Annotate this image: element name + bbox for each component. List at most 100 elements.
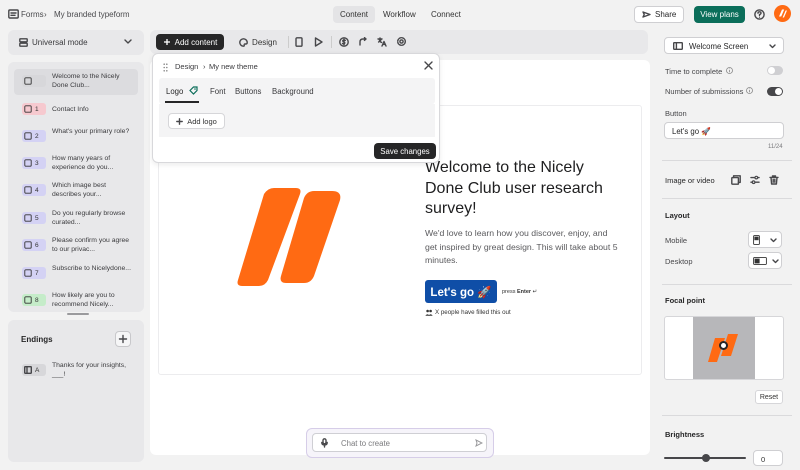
question-text: Contact Info [52, 106, 89, 113]
mobile-layout-select[interactable] [748, 231, 782, 248]
tab-logo[interactable]: Logo [166, 87, 183, 96]
tab-background[interactable]: Background [272, 87, 314, 96]
question-item[interactable]: 7 Subscribe to Nicelydone... [14, 261, 138, 287]
close-icon[interactable] [424, 61, 433, 70]
top-bar: Forms › My branded typeform Content Work… [0, 0, 800, 30]
trash-icon[interactable] [769, 175, 779, 185]
toolbar-divider [331, 36, 332, 48]
screen-type-select[interactable]: Welcome Screen [664, 37, 784, 54]
tab-content[interactable]: Content [333, 6, 376, 23]
time-to-complete-toggle[interactable] [767, 66, 783, 75]
question-badge: 8 [22, 294, 46, 306]
plus-icon [163, 39, 170, 45]
question-text: Which image best describes your... [52, 182, 107, 198]
translate-icon[interactable] [377, 37, 387, 47]
add-logo-button[interactable]: Add logo [168, 113, 225, 129]
question-item[interactable]: 6 Please confirm you agree to our privac.… [14, 233, 138, 259]
mode-label: Universal mode [32, 38, 88, 47]
breadcrumb-form-name[interactable]: My branded typeform [54, 10, 130, 19]
view-plans-button[interactable]: View plans [694, 6, 745, 23]
send-icon[interactable] [475, 439, 483, 447]
image-video-label: Image or video [665, 176, 715, 185]
desktop-layout-select[interactable] [748, 252, 782, 269]
ending-badge: A [22, 364, 46, 376]
brightness-slider-thumb[interactable] [702, 454, 710, 462]
ending-screen-icon [24, 366, 32, 374]
question-item[interactable]: 1 Contact Info [14, 97, 138, 123]
logo-tag-icon [189, 86, 198, 95]
tab-font[interactable]: Font [210, 87, 226, 96]
ending-text: Thanks for your insights, ___! [52, 362, 127, 378]
properties-panel [656, 30, 800, 470]
welcome-screen-item[interactable]: Welcome to the Nicely Done Club... [14, 69, 138, 95]
ending-item[interactable]: A Thanks for your insights, ___! [14, 358, 138, 384]
welcome-description: We'd love to learn how you discover, enj… [425, 228, 618, 265]
popup-breadcrumb-design[interactable]: Design [175, 62, 198, 71]
drag-handle-icon[interactable] [163, 63, 168, 72]
toolbar-divider [288, 36, 289, 48]
mobile-preview-icon[interactable] [295, 37, 303, 47]
adjust-settings-icon[interactable] [750, 175, 760, 185]
add-content-button[interactable]: Add content [156, 34, 224, 50]
brightness-value-input[interactable]: 0 [753, 450, 783, 466]
focal-image-thumbnail [693, 317, 755, 379]
button-text-value: Let's go 🚀 [672, 127, 711, 136]
chevron-down-icon [124, 39, 132, 44]
design-button[interactable]: Design [234, 34, 282, 50]
question-number: 7 [35, 269, 39, 277]
list-icon [24, 132, 32, 140]
scrollbar[interactable] [67, 313, 89, 315]
account-avatar[interactable] [774, 5, 791, 22]
divider [662, 415, 792, 416]
question-badge: 5 [22, 212, 46, 224]
microphone-icon[interactable] [321, 438, 328, 448]
endings-heading: Endings [21, 335, 53, 344]
share-icon [642, 11, 651, 18]
play-preview-icon[interactable] [314, 37, 323, 47]
plus-icon [176, 117, 184, 125]
focal-point-marker[interactable] [719, 341, 728, 350]
tab-workflow[interactable]: Workflow [376, 6, 423, 23]
add-ending-button[interactable] [115, 331, 131, 347]
tab-connect[interactable]: Connect [424, 6, 468, 23]
chevron-down-icon [770, 238, 777, 243]
question-badge: 6 [22, 239, 46, 251]
press-enter-hint: press Enter ↵ [502, 289, 537, 295]
mode-selector[interactable]: Universal mode [8, 30, 144, 55]
screen-type-value: Welcome Screen [689, 42, 749, 51]
replace-image-icon[interactable] [731, 175, 741, 185]
question-item[interactable]: 2 What's your primary role? [14, 124, 138, 150]
mobile-layout-label: Mobile [665, 236, 688, 245]
submissions-toggle[interactable] [767, 87, 783, 96]
tab-buttons[interactable]: Buttons [235, 87, 261, 96]
question-item[interactable]: 5 Do you regularly browse curated... [14, 206, 138, 232]
currency-icon[interactable] [339, 37, 349, 47]
char-counter: 11/24 [768, 144, 783, 150]
breadcrumb-separator: › [44, 10, 47, 19]
time-to-complete-label: Time to complete [665, 67, 723, 76]
lets-go-button[interactable]: Let's go 🚀 [425, 280, 497, 303]
chevron-down-icon [769, 44, 776, 49]
save-changes-button[interactable]: Save changes [374, 143, 436, 159]
question-item[interactable]: 3 How many years of experience do you... [14, 151, 138, 177]
question-item[interactable]: 4 Which image best describes your... [14, 178, 138, 204]
help-icon[interactable] [754, 9, 765, 20]
divider [662, 198, 792, 199]
focal-point-heading: Focal point [665, 296, 705, 305]
breadcrumb-forms[interactable]: Forms [21, 10, 44, 19]
reset-focal-button[interactable]: Reset [755, 390, 783, 404]
submissions-label: Number of submissions [665, 87, 744, 96]
settings-gear-icon[interactable] [396, 36, 407, 47]
desktop-layout-label: Desktop [665, 257, 693, 266]
press-label: press [502, 289, 516, 295]
chat-input[interactable]: Chat to create [312, 433, 487, 452]
focal-point-picker[interactable] [664, 316, 784, 380]
share-button[interactable]: Share [634, 6, 685, 23]
chevron-down-icon [772, 259, 779, 264]
button-text-input[interactable]: Let's go 🚀 [664, 122, 784, 139]
mobile-layout-icon [753, 235, 760, 245]
layout-heading: Layout [665, 211, 690, 220]
logic-icon[interactable] [358, 37, 368, 47]
question-item[interactable]: 8 How likely are you to recommend Nicely.… [14, 288, 138, 314]
forms-icon[interactable] [8, 9, 19, 19]
